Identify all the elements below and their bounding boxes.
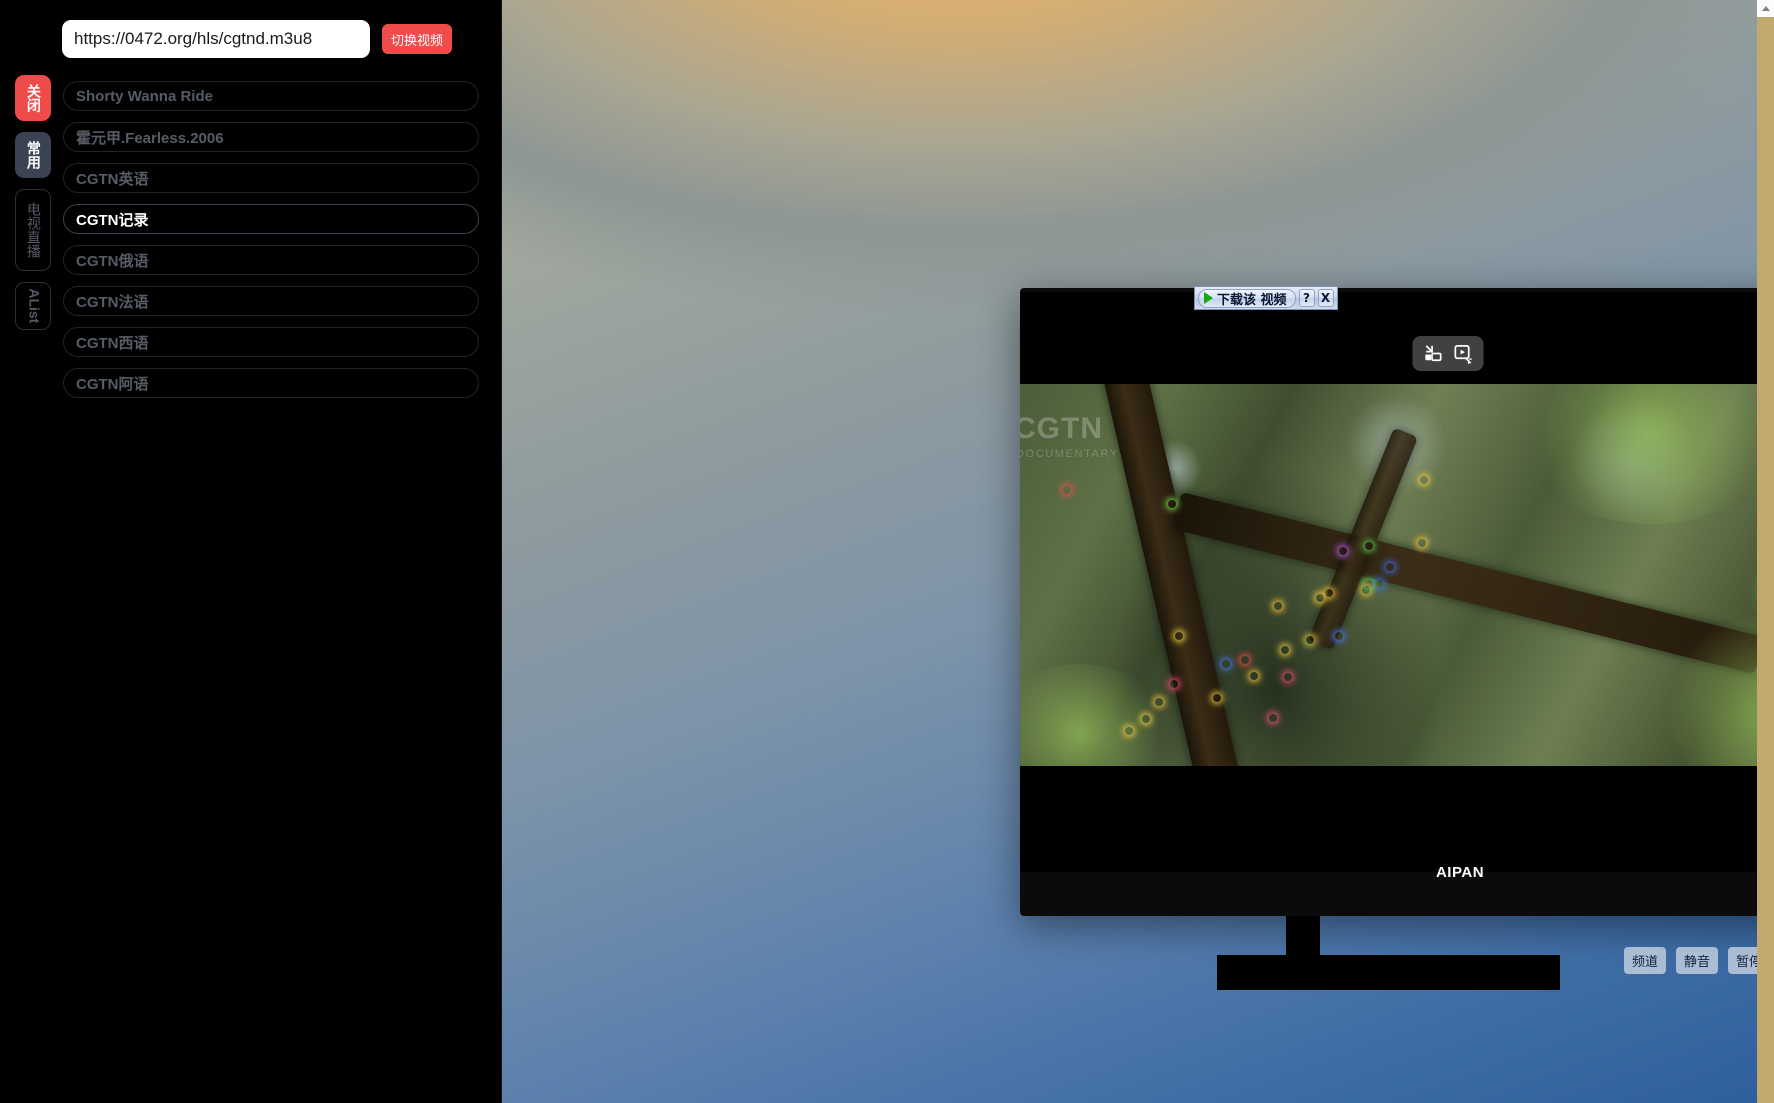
monitor-bezel: CGTN DOCUMENTARY AIPAN bbox=[1020, 288, 1774, 916]
monitor-brand-label: AIPAN bbox=[1435, 864, 1485, 881]
download-helper-popup: 下载该 视频 ? X bbox=[1194, 286, 1338, 310]
play-triangle-icon bbox=[1204, 292, 1213, 304]
sidebar-tab-live-tv[interactable]: 电视直播 bbox=[15, 189, 51, 271]
app-root: 切换视频 关闭 常用 电视直播 AList Shorty Wanna Ride … bbox=[0, 0, 1774, 1103]
download-video-label: 下载该 视频 bbox=[1217, 292, 1287, 308]
sidebar-tab-close[interactable]: 关闭 bbox=[15, 75, 51, 121]
video-frame[interactable]: CGTN DOCUMENTARY bbox=[1020, 384, 1774, 766]
download-video-button[interactable]: 下载该 视频 bbox=[1198, 288, 1296, 308]
left-panel: 切换视频 关闭 常用 电视直播 AList Shorty Wanna Ride … bbox=[0, 0, 502, 1103]
channel-item[interactable]: CGTN英语 bbox=[63, 163, 479, 193]
cgtn-watermark: CGTN bbox=[1020, 412, 1103, 445]
scroll-up-arrow-icon bbox=[1761, 6, 1770, 11]
channel-item[interactable]: CGTN阿语 bbox=[63, 368, 479, 398]
cgtn-watermark-subtitle: DOCUMENTARY bbox=[1020, 448, 1119, 460]
sidebar-tab-alist-label: AList bbox=[25, 288, 42, 324]
cast-video-icon[interactable] bbox=[1451, 342, 1474, 365]
scroll-up-arrow[interactable] bbox=[1757, 0, 1774, 17]
sidebar-tab-favorites[interactable]: 常用 bbox=[15, 132, 51, 178]
url-row: 切换视频 bbox=[62, 20, 453, 58]
picture-in-picture-icon[interactable] bbox=[1421, 342, 1444, 365]
mute-button[interactable]: 静音 bbox=[1676, 947, 1719, 974]
channel-item[interactable]: 霍元甲.Fearless.2006 bbox=[63, 122, 479, 152]
page-scrollbar[interactable] bbox=[1757, 0, 1774, 1103]
channel-list: Shorty Wanna Ride 霍元甲.Fearless.2006 CGTN… bbox=[63, 81, 479, 398]
stream-url-input[interactable] bbox=[62, 20, 370, 58]
channel-item[interactable]: CGTN俄语 bbox=[63, 245, 479, 275]
help-icon[interactable]: ? bbox=[1298, 289, 1315, 307]
sidebar-tabs: 关闭 常用 电视直播 AList bbox=[15, 75, 51, 330]
close-icon[interactable]: X bbox=[1317, 289, 1334, 307]
sidebar-tab-alist[interactable]: AList bbox=[15, 282, 51, 330]
channel-item[interactable]: Shorty Wanna Ride bbox=[63, 81, 479, 111]
monitor-stand-neck bbox=[1286, 916, 1320, 958]
channel-item[interactable]: CGTN法语 bbox=[63, 286, 479, 316]
monitor-screen: CGTN DOCUMENTARY bbox=[1020, 292, 1774, 872]
switch-video-button[interactable]: 切换视频 bbox=[382, 24, 453, 54]
channel-button[interactable]: 频道 bbox=[1624, 947, 1667, 974]
channel-item-selected[interactable]: CGTN记录 bbox=[63, 204, 479, 234]
player-stage: CGTN DOCUMENTARY AIPAN 频道 静音 暂停 换肤 重置 全屏 bbox=[502, 0, 1774, 1103]
monitor-stand-base bbox=[1217, 955, 1560, 990]
channel-item[interactable]: CGTN西语 bbox=[63, 327, 479, 357]
control-button-bar: 频道 静音 暂停 换肤 重置 全屏 bbox=[1624, 947, 1774, 974]
player-toolbar bbox=[1412, 336, 1483, 371]
